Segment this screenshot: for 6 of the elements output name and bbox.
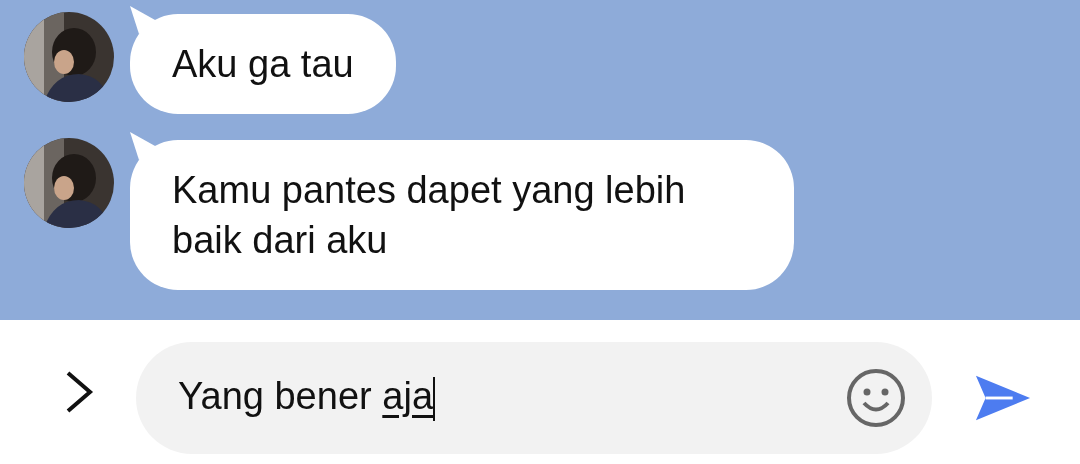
message-bubble: Aku ga tau <box>130 14 396 114</box>
message-bubble: Kamu pantes dapet yang lebih baik dari aku <box>130 140 794 290</box>
chevron-icon[interactable] <box>64 370 94 414</box>
emoji-icon[interactable] <box>846 368 906 428</box>
input-field[interactable]: Yang bener aja <box>136 342 932 454</box>
send-icon[interactable] <box>974 373 1032 423</box>
